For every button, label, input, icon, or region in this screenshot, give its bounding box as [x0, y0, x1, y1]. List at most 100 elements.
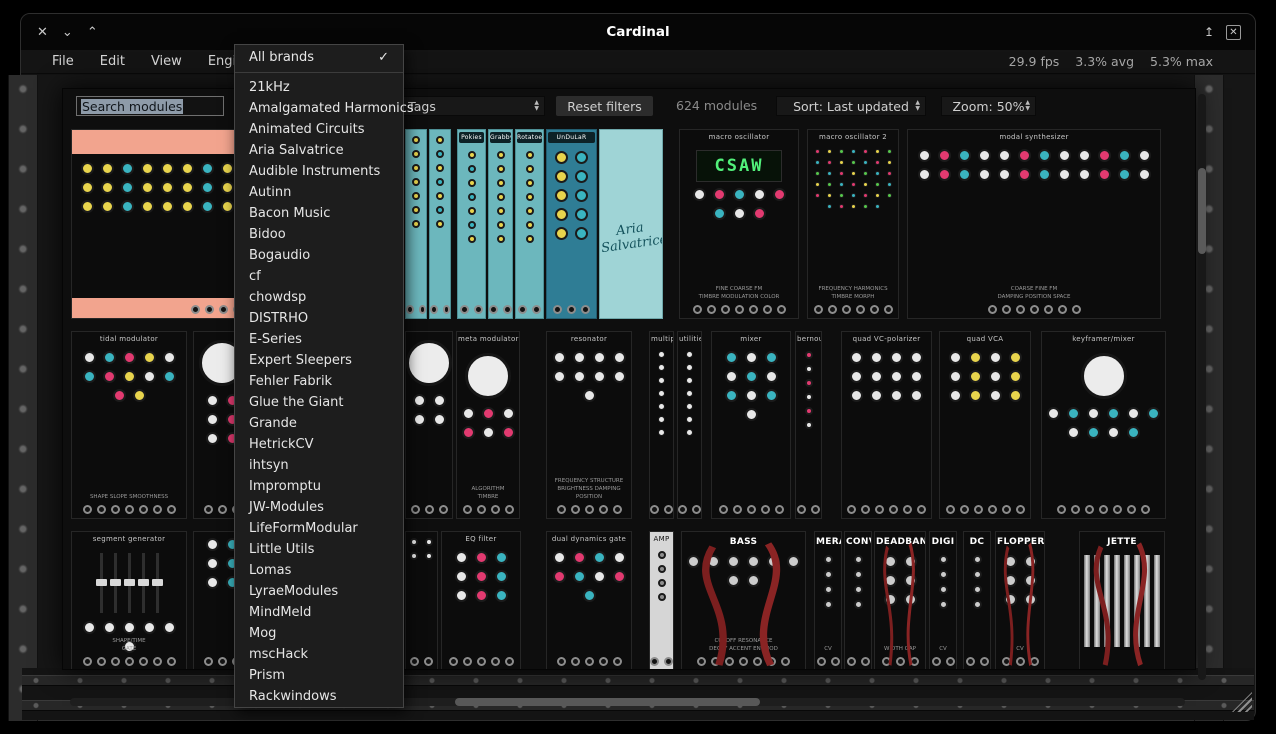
brand-menu-item[interactable]: JW-Modules: [235, 497, 403, 518]
brand-menu-item[interactable]: Fehler Fabrik: [235, 371, 403, 392]
module-card[interactable]: DEADBANDWIDTH GAP: [874, 531, 926, 670]
menu-view[interactable]: View: [138, 54, 195, 69]
knob: [713, 207, 726, 220]
menu-edit[interactable]: Edit: [87, 54, 138, 69]
module-ports: [72, 657, 186, 666]
brand-menu-item[interactable]: Prism: [235, 665, 403, 686]
window-maximize-icon[interactable]: ⌃: [87, 25, 98, 40]
module-card[interactable]: DIGICV: [929, 531, 957, 670]
module-card[interactable]: BASSCUTOFF RESONANCE DECAY ACCENT ENVMOD: [681, 531, 806, 670]
brand-menu-item[interactable]: Impromptu: [235, 476, 403, 497]
module-card[interactable]: meta modulatorALGORITHM TIMBRE: [456, 331, 520, 519]
module-card[interactable]: AMP: [649, 531, 674, 670]
brand-menu-item[interactable]: HetrickCV: [235, 434, 403, 455]
brand-menu-item[interactable]: Expert Sleepers: [235, 350, 403, 371]
brand-menu-item[interactable]: Little Utils: [235, 539, 403, 560]
module-card[interactable]: resonatorFREQUENCY STRUCTURE BRIGHTNESS …: [546, 331, 632, 519]
port: [903, 505, 912, 514]
module-card[interactable]: mixer: [711, 331, 791, 519]
module-card[interactable]: [405, 129, 427, 319]
module-card[interactable]: FLOPPERCV: [995, 531, 1045, 670]
module-card[interactable]: [429, 129, 451, 319]
module-card[interactable]: macro oscillatorCSAWFINE COARSE FM TIMBR…: [679, 129, 799, 319]
brand-menu-item[interactable]: 21kHz: [235, 77, 403, 98]
knob: [575, 170, 588, 183]
module-card[interactable]: tidal modulatorSHAPE SLOPE SMOOTHNESS: [71, 331, 187, 519]
module-labels: CV: [996, 645, 1044, 653]
brand-menu-item[interactable]: Grande: [235, 413, 403, 434]
module-card[interactable]: modal synthesizerCOARSE FINE FM DAMPING …: [907, 129, 1161, 319]
brand-menu-item[interactable]: Autinn: [235, 182, 403, 203]
vertical-scrollbar[interactable]: [1198, 94, 1206, 680]
knob: [1147, 407, 1160, 420]
module-card[interactable]: Aria Salvatrice: [599, 129, 663, 319]
brand-menu-item[interactable]: MindMeld: [235, 602, 403, 623]
module-card[interactable]: EQ filter: [441, 531, 521, 670]
knob: [462, 407, 475, 420]
brand-menu-item[interactable]: Amalgamated Harmonics: [235, 98, 403, 119]
brand-menu-item[interactable]: Bacon Music: [235, 203, 403, 224]
module-card[interactable]: quad VCA: [939, 331, 1031, 519]
knob: [526, 207, 534, 215]
module-card[interactable]: Grabby: [488, 129, 513, 319]
knob: [1098, 168, 1111, 181]
module-ports: [547, 505, 631, 514]
window-minimize-icon[interactable]: ⌄: [62, 25, 73, 40]
keep-above-icon[interactable]: ↥: [1204, 25, 1214, 39]
brand-menu-item[interactable]: LyraeModules: [235, 581, 403, 602]
brand-menu-item[interactable]: Aria Salvatrice: [235, 140, 403, 161]
brand-menu-item[interactable]: E-Series: [235, 329, 403, 350]
brand-menu-item[interactable]: mscHack: [235, 644, 403, 665]
brand-menu-item-all[interactable]: All brands ✓: [235, 45, 403, 69]
brand-menu-item[interactable]: chowdsp: [235, 287, 403, 308]
knob: [413, 394, 426, 407]
module-card[interactable]: Pokies: [457, 129, 486, 319]
brand-menu-item[interactable]: Bogaudio: [235, 245, 403, 266]
window-close-icon[interactable]: ✕: [37, 25, 48, 40]
module-card[interactable]: quad VC-polarizer: [841, 331, 932, 519]
module-card[interactable]: Rotatoes: [515, 129, 544, 319]
module-card[interactable]: [405, 531, 438, 670]
horizontal-scrollbar-thumb[interactable]: [455, 698, 760, 706]
knob: [745, 389, 758, 402]
brand-menu-item[interactable]: DISTRHO: [235, 308, 403, 329]
brand-menu-item[interactable]: ihtsyn: [235, 455, 403, 476]
module-card[interactable]: [405, 331, 453, 519]
port: [749, 305, 758, 314]
knob: [201, 162, 214, 175]
knob: [163, 370, 176, 383]
knob: [973, 585, 982, 594]
knob: [425, 552, 433, 560]
brand-menu-item[interactable]: Audible Instruments: [235, 161, 403, 182]
module-card[interactable]: DC: [963, 531, 991, 670]
port: [711, 657, 720, 666]
brand-menu-item[interactable]: Rackwindows: [235, 686, 403, 707]
knob: [121, 162, 134, 175]
module-card[interactable]: UnDuLaR: [546, 129, 597, 319]
module-card[interactable]: JETTE: [1079, 531, 1165, 670]
close-box-icon[interactable]: ✕: [1226, 25, 1241, 40]
module-card[interactable]: utilities: [677, 331, 702, 519]
module-ports: [712, 505, 790, 514]
brand-menu-item[interactable]: Mog: [235, 623, 403, 644]
module-card[interactable]: segment generatorSHAPE/TIME GATE: [71, 531, 187, 670]
module-card[interactable]: MERACV: [814, 531, 842, 670]
brand-menu-item[interactable]: cf: [235, 266, 403, 287]
brand-menu-item[interactable]: Bidoo: [235, 224, 403, 245]
module-card[interactable]: keyframer/mixer: [1041, 331, 1166, 519]
module-card[interactable]: macro oscillator 2FREQUENCY HARMONICS TI…: [807, 129, 899, 319]
module-card[interactable]: dual dynamics gate: [546, 531, 632, 670]
knob: [468, 151, 476, 159]
vertical-scrollbar-thumb[interactable]: [1198, 168, 1206, 254]
module-card[interactable]: CONV: [844, 531, 872, 670]
brand-menu-item[interactable]: Glue the Giant: [235, 392, 403, 413]
brand-menu-item[interactable]: LifeFormModular: [235, 518, 403, 539]
module-card[interactable]: bernoulli gate: [795, 331, 822, 519]
brand-menu-item[interactable]: Animated Circuits: [235, 119, 403, 140]
knob: [658, 403, 665, 410]
knob: [765, 389, 778, 402]
knob: [939, 555, 948, 564]
module-card[interactable]: multiples: [649, 331, 674, 519]
menu-file[interactable]: File: [39, 54, 87, 69]
brand-menu-item[interactable]: Lomas: [235, 560, 403, 581]
